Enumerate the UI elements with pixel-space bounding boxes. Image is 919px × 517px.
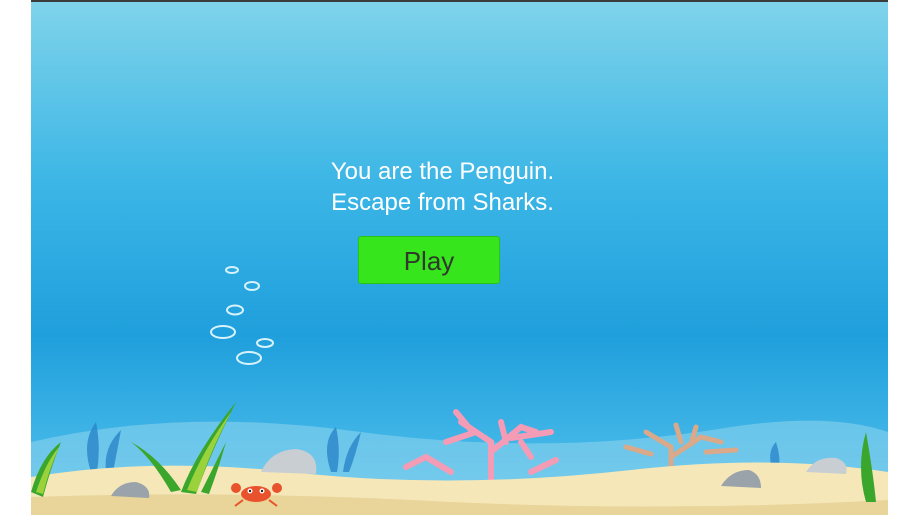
- intro-line-1: You are the Penguin.: [330, 158, 555, 185]
- game-canvas: You are the Penguin. Escape from Sharks.…: [31, 2, 888, 515]
- play-button[interactable]: Play: [358, 236, 500, 284]
- intro-text: You are the Penguin. Escape from Sharks.: [31, 156, 854, 218]
- bubbles-icon: [210, 266, 274, 365]
- intro-line-2: Escape from Sharks.: [331, 189, 554, 216]
